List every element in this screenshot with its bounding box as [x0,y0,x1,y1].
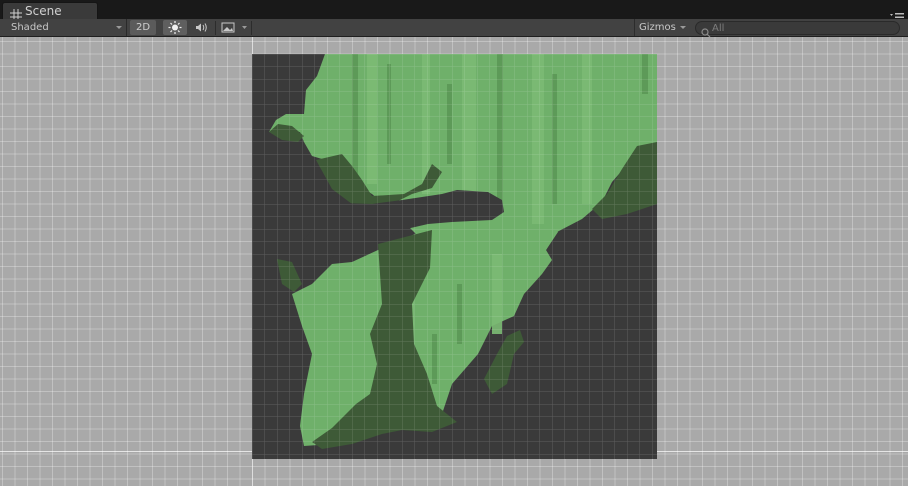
scene-toolbar: Shaded 2D Gizmos All [0,19,908,38]
gizmos-label: Gizmos [639,22,676,33]
draw-mode-label: Shaded [11,22,49,33]
chevron-down-icon [242,26,247,29]
speaker-icon [196,23,207,32]
draw-mode-dropdown[interactable]: Shaded [0,19,127,36]
tile-grid-overlay [252,54,657,459]
scene-view-window: Scene Shaded 2D Gizmos All [0,0,908,486]
search-field[interactable] [695,21,900,38]
scene-viewport[interactable] [0,37,908,486]
effects-toggle[interactable] [217,20,239,35]
tab-scene-label: Scene [25,4,62,18]
image-icon [221,22,235,33]
tab-strip: Scene [0,0,908,22]
audio-toggle[interactable] [190,20,214,35]
tilemap-level[interactable] [252,54,657,459]
sun-icon [168,21,182,34]
toolbar-separator [251,21,252,35]
search-input[interactable] [712,22,892,34]
gizmos-dropdown[interactable]: Gizmos [634,19,690,36]
chevron-down-icon [116,26,122,29]
tab-scene[interactable]: Scene [2,2,98,21]
effects-menu-button[interactable] [239,20,250,35]
chevron-down-icon [680,26,686,29]
lighting-toggle[interactable] [163,20,187,35]
toolbar-separator [215,21,216,35]
2d-mode-button[interactable]: 2D [130,20,156,35]
